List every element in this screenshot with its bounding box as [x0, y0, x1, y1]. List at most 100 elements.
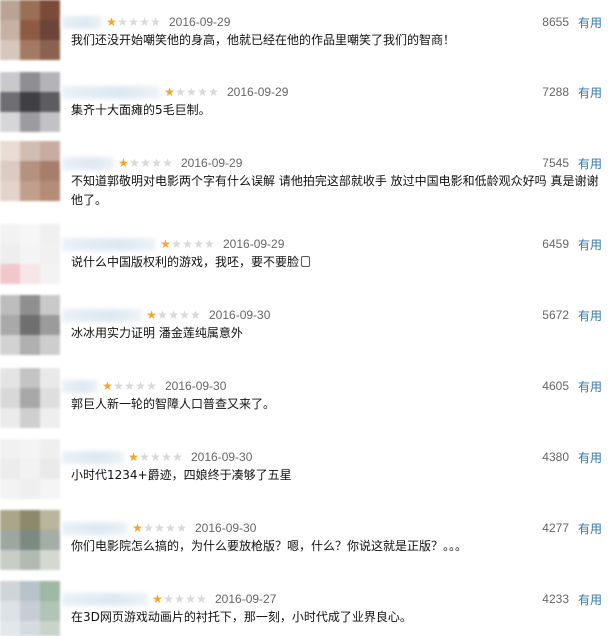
star-empty-icon: ★ [190, 308, 201, 322]
star-empty-icon: ★ [157, 308, 168, 322]
review-date: 2016-09-29 [181, 156, 243, 170]
rating-stars: ★ ★ ★ ★ ★ [132, 522, 187, 534]
useful-button[interactable]: 有用 [578, 236, 602, 253]
username[interactable] [62, 237, 156, 251]
review-text: 不知道郭敬明对电影两个字有什么误解 请他拍完这部就收手 放过中国电影和低龄观众好… [71, 174, 599, 207]
username[interactable] [62, 592, 148, 606]
vote-count: 5672 [542, 308, 569, 322]
star-empty-icon: ★ [182, 237, 193, 251]
review-text: 冰冰用实力证明 潘金莲纯属意外 [71, 326, 243, 340]
useful-button[interactable]: 有用 [578, 307, 602, 324]
rating-stars: ★ ★ ★ ★ ★ [118, 157, 173, 169]
review-text: 小时代1234+爵迹，四娘终于凑够了五星 [71, 468, 292, 482]
review-content: 说什么中国版权利的游戏，我呸，要不要脸 [71, 253, 599, 272]
star-empty-icon: ★ [129, 156, 140, 170]
avatar[interactable] [0, 141, 60, 201]
vote-count: 4277 [542, 521, 569, 535]
star-empty-icon: ★ [174, 592, 185, 606]
review-meta: ★ ★ ★ ★ ★ 2016-09-29 [62, 153, 242, 173]
star-empty-icon: ★ [165, 521, 176, 535]
star-empty-icon: ★ [204, 237, 215, 251]
star-empty-icon: ★ [139, 450, 150, 464]
review-text: 我们还没开始嘲笑他的身高，他就已经在他的作品里嘲笑了我们的智商！ [71, 33, 456, 47]
star-empty-icon: ★ [139, 15, 150, 29]
star-filled-icon: ★ [160, 237, 171, 251]
vote-count: 4233 [542, 592, 569, 606]
username[interactable] [62, 308, 142, 322]
useful-button[interactable]: 有用 [578, 591, 602, 608]
rating-stars: ★ ★ ★ ★ ★ [160, 238, 215, 250]
avatar[interactable] [0, 295, 60, 355]
star-empty-icon: ★ [171, 237, 182, 251]
review-text: 集齐十大面瘫的5毛巨制。 [71, 103, 211, 117]
star-empty-icon: ★ [140, 156, 151, 170]
username[interactable] [62, 450, 124, 464]
useful-button[interactable]: 有用 [578, 520, 602, 537]
avatar[interactable] [0, 581, 60, 636]
star-empty-icon: ★ [162, 156, 173, 170]
review-date: 2016-09-30 [195, 521, 257, 535]
star-empty-icon: ★ [124, 379, 135, 393]
review-item: ★ ★ ★ ★ ★ 2016-09-29 7288 有用 集齐十大面瘫的5毛巨制… [0, 72, 611, 140]
useful-button[interactable]: 有用 [578, 84, 602, 101]
star-empty-icon: ★ [179, 308, 190, 322]
star-empty-icon: ★ [150, 15, 161, 29]
useful-button[interactable]: 有用 [578, 155, 602, 172]
avatar[interactable] [0, 510, 60, 570]
review-meta: ★ ★ ★ ★ ★ 2016-09-29 [62, 12, 230, 32]
avatar[interactable] [0, 72, 60, 132]
review-date: 2016-09-30 [191, 450, 253, 464]
star-empty-icon: ★ [197, 85, 208, 99]
review-text: 在3D网页游戏动画片的衬托下，那一刻，小时代成了业界良心。 [71, 610, 412, 624]
username[interactable] [62, 156, 114, 170]
review-date: 2016-09-29 [223, 237, 285, 251]
useful-button[interactable]: 有用 [578, 378, 602, 395]
review-date: 2016-09-30 [165, 379, 227, 393]
star-empty-icon: ★ [150, 450, 161, 464]
star-empty-icon: ★ [185, 592, 196, 606]
star-filled-icon: ★ [102, 379, 113, 393]
rating-stars: ★ ★ ★ ★ ★ [102, 380, 157, 392]
star-empty-icon: ★ [151, 156, 162, 170]
star-empty-icon: ★ [154, 521, 165, 535]
review-item: ★ ★ ★ ★ ★ 2016-09-29 8655 有用 我们还没开始嘲笑他的身… [0, 0, 611, 70]
avatar[interactable] [0, 0, 60, 60]
review-meta: ★ ★ ★ ★ ★ 2016-09-30 [62, 305, 270, 325]
username[interactable] [62, 521, 128, 535]
review-text: 说什么中国版权利的游戏，我呸，要不要脸 [71, 255, 300, 269]
review-meta: ★ ★ ★ ★ ★ 2016-09-30 [62, 376, 226, 396]
review-date: 2016-09-29 [169, 15, 231, 29]
avatar[interactable] [0, 224, 60, 284]
review-item: ★ ★ ★ ★ ★ 2016-09-30 4605 有用 郭巨人新一轮的智障人口… [0, 368, 611, 434]
review-item: ★ ★ ★ ★ ★ 2016-09-29 7545 有用 不知道郭敬明对电影两个… [0, 141, 611, 229]
username[interactable] [62, 85, 160, 99]
star-empty-icon: ★ [175, 85, 186, 99]
avatar[interactable] [0, 368, 60, 428]
username[interactable] [62, 379, 98, 393]
review-meta: ★ ★ ★ ★ ★ 2016-09-30 [62, 518, 256, 538]
star-filled-icon: ★ [118, 156, 129, 170]
review-text: 郭巨人新一轮的智障人口普查又来了。 [71, 397, 276, 411]
username[interactable] [62, 15, 102, 29]
rating-stars: ★ ★ ★ ★ ★ [164, 86, 219, 98]
review-item: ★ ★ ★ ★ ★ 2016-09-30 4277 有用 你们电影院怎么搞的，为… [0, 510, 611, 576]
review-text: 你们电影院怎么搞的，为什么要放枪版？嗯，什么？你说这就是正版？。。。 [71, 539, 468, 553]
avatar[interactable] [0, 439, 60, 499]
star-empty-icon: ★ [208, 85, 219, 99]
review-item: ★ ★ ★ ★ ★ 2016-09-27 4233 有用 在3D网页游戏动画片的… [0, 581, 611, 636]
star-empty-icon: ★ [117, 15, 128, 29]
star-empty-icon: ★ [143, 521, 154, 535]
star-empty-icon: ★ [161, 450, 172, 464]
star-empty-icon: ★ [186, 85, 197, 99]
review-date: 2016-09-30 [209, 308, 271, 322]
useful-button[interactable]: 有用 [578, 449, 602, 466]
rating-stars: ★ ★ ★ ★ ★ [106, 16, 161, 28]
review-item: ★ ★ ★ ★ ★ 2016-09-30 4380 有用 小时代1234+爵迹，… [0, 439, 611, 505]
useful-button[interactable]: 有用 [578, 14, 602, 31]
star-empty-icon: ★ [146, 379, 157, 393]
vote-count: 6459 [542, 237, 569, 251]
star-filled-icon: ★ [164, 85, 175, 99]
rating-stars: ★ ★ ★ ★ ★ [152, 593, 207, 605]
star-filled-icon: ★ [146, 308, 157, 322]
review-date: 2016-09-27 [215, 592, 277, 606]
